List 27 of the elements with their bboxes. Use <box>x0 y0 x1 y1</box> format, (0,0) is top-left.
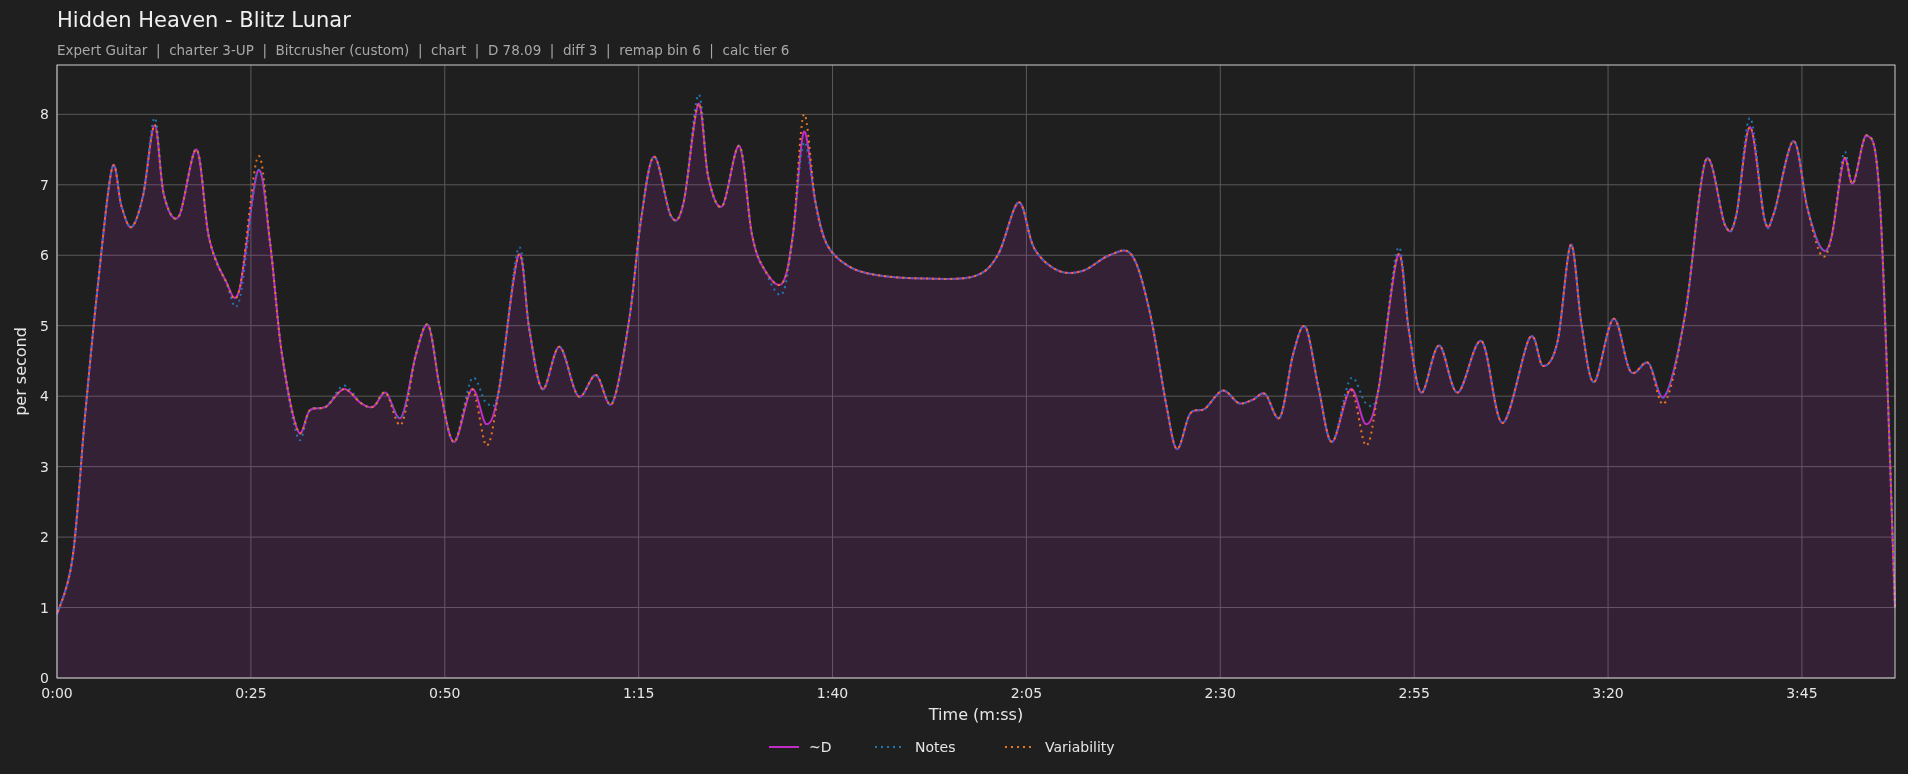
x-axis-label: Time (m:ss) <box>928 705 1024 724</box>
y-tick-label: 6 <box>40 247 49 264</box>
legend-label: Variability <box>1045 739 1115 755</box>
chart-subtitle: Expert Guitar | charter 3-UP | Bitcrusher (custom) | chart | D 78.09 | diff 3 | remap bin 6 | calc tier 6 <box>57 41 791 60</box>
legend-label: ~D <box>809 739 832 755</box>
x-tick-label: 0:00 <box>41 685 73 701</box>
x-tick-label: 0:25 <box>235 685 267 701</box>
y-tick-label: 7 <box>40 176 49 193</box>
y-tick-label: 1 <box>40 599 49 616</box>
y-tick-label: 8 <box>40 106 49 123</box>
y-axis-label: per second <box>11 327 30 416</box>
chart-title: Hidden Heaven - Blitz Lunar <box>57 7 352 34</box>
y-tick-label: 3 <box>40 458 49 475</box>
x-tick-label: 1:40 <box>816 685 849 701</box>
x-tick-label: 3:20 <box>1592 685 1624 701</box>
y-tick-label: 4 <box>40 388 49 405</box>
x-tick-label: 3:45 <box>1786 685 1818 701</box>
x-tick-label: 1:15 <box>622 685 655 701</box>
y-tick-label: 0 <box>40 670 49 686</box>
x-tick-label: 2:05 <box>1010 685 1043 701</box>
legend-line-sample <box>768 746 800 748</box>
y-tick-label: 5 <box>40 317 49 334</box>
y-tick-label: 2 <box>40 529 49 546</box>
legend-label: Notes <box>915 739 956 755</box>
x-tick-label: 2:30 <box>1204 685 1236 701</box>
x-tick-label: 0:50 <box>429 685 461 701</box>
x-tick-label: 2:55 <box>1398 685 1430 701</box>
